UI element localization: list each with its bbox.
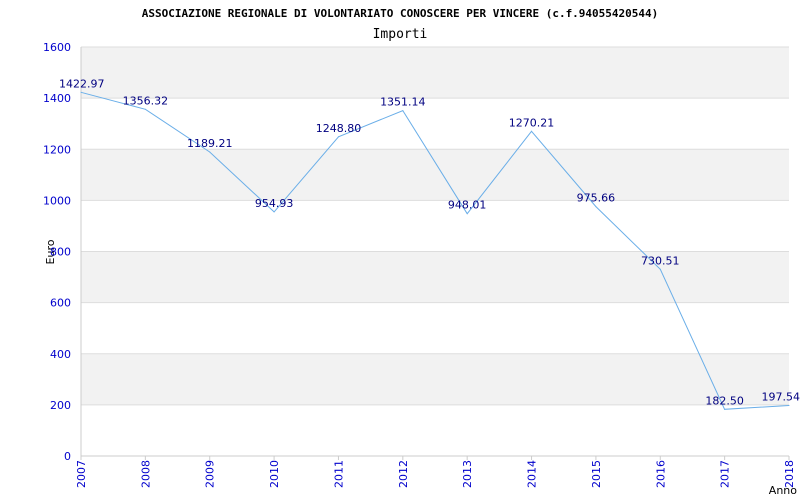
y-tick-label: 400 bbox=[50, 348, 71, 361]
chart-subtitle: Importi bbox=[373, 27, 428, 42]
chart-title: ASSOCIAZIONE REGIONALE DI VOLONTARIATO C… bbox=[142, 7, 659, 20]
data-label: 1422.97 bbox=[59, 77, 105, 90]
data-point bbox=[531, 130, 533, 132]
data-point bbox=[337, 136, 339, 138]
x-tick-label: 2018 bbox=[783, 460, 796, 488]
data-label: 1248.80 bbox=[316, 122, 362, 135]
data-point bbox=[402, 110, 404, 112]
data-point bbox=[144, 108, 146, 110]
plot-band bbox=[81, 251, 789, 303]
x-tick-label: 2009 bbox=[204, 460, 217, 488]
y-tick-label: 600 bbox=[50, 297, 71, 310]
data-point bbox=[80, 91, 82, 93]
line-chart: ASSOCIAZIONE REGIONALE DI VOLONTARIATO C… bbox=[43, 7, 800, 497]
data-label: 948.01 bbox=[448, 199, 487, 212]
data-label: 730.51 bbox=[641, 254, 680, 267]
data-label: 182.50 bbox=[705, 394, 744, 407]
plot-band bbox=[81, 149, 789, 201]
y-tick-label: 0 bbox=[64, 450, 71, 463]
data-label: 975.66 bbox=[577, 192, 616, 205]
x-tick-label: 2017 bbox=[719, 460, 732, 488]
y-tick-label: 800 bbox=[50, 246, 71, 259]
y-tick-label: 1000 bbox=[43, 194, 71, 207]
x-tick-label: 2015 bbox=[590, 460, 603, 488]
y-tick-label: 1400 bbox=[43, 92, 71, 105]
data-label: 1356.32 bbox=[123, 94, 169, 107]
x-tick-label: 2008 bbox=[139, 460, 152, 488]
data-point bbox=[659, 268, 661, 270]
x-tick-label: 2012 bbox=[397, 460, 410, 488]
data-point bbox=[273, 211, 275, 213]
x-tick-label: 2013 bbox=[461, 460, 474, 488]
x-tick-label: 2014 bbox=[526, 460, 539, 488]
data-point bbox=[209, 151, 211, 153]
data-point bbox=[724, 408, 726, 410]
data-label: 1189.21 bbox=[187, 137, 233, 150]
y-tick-label: 1200 bbox=[43, 143, 71, 156]
data-label: 197.54 bbox=[762, 391, 800, 404]
plot-background-bands bbox=[81, 47, 789, 405]
data-label: 1270.21 bbox=[509, 116, 555, 129]
plot-band bbox=[81, 353, 789, 405]
y-tick-label: 1600 bbox=[43, 41, 71, 54]
data-label: 1351.14 bbox=[380, 96, 426, 109]
data-point bbox=[788, 405, 790, 407]
data-point bbox=[466, 213, 468, 215]
x-tick-label: 2010 bbox=[268, 460, 281, 488]
data-point bbox=[595, 206, 597, 208]
plot-band bbox=[81, 47, 789, 99]
x-tick-label: 2016 bbox=[654, 460, 667, 488]
x-tick-label: 2007 bbox=[75, 460, 88, 488]
x-tick-label: 2011 bbox=[332, 460, 345, 488]
data-label: 954.93 bbox=[255, 197, 294, 210]
x-tick-labels: 2007 2008 2009 2010 2011 2012 2013 2014 2015 2016… bbox=[75, 460, 796, 488]
y-tick-label: 200 bbox=[50, 399, 71, 412]
